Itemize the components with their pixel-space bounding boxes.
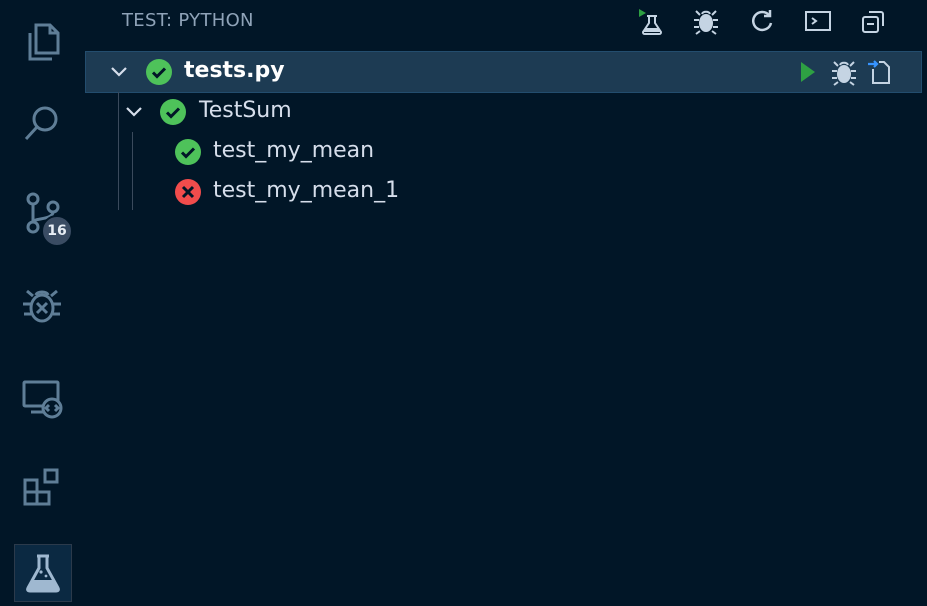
explorer-icon[interactable] bbox=[0, 0, 84, 84]
chevron-down-icon[interactable] bbox=[108, 61, 130, 83]
file-label: tests.py bbox=[184, 58, 285, 83]
run-all-tests-icon[interactable] bbox=[633, 4, 667, 38]
debug-icon[interactable] bbox=[0, 263, 84, 347]
panel-toolbar bbox=[633, 4, 891, 38]
debug-test-icon[interactable] bbox=[829, 57, 859, 87]
test-label: test_my_mean bbox=[213, 138, 375, 163]
test-passed-icon bbox=[146, 59, 172, 85]
testing-flask-icon[interactable] bbox=[14, 544, 72, 602]
tree-row-test[interactable]: test_my_mean bbox=[86, 132, 921, 172]
go-to-test-icon[interactable] bbox=[865, 57, 895, 87]
chevron-down-icon[interactable] bbox=[123, 101, 145, 123]
row-actions bbox=[793, 57, 895, 87]
collapse-all-icon[interactable] bbox=[857, 4, 891, 38]
tree-row-file[interactable]: tests.py bbox=[85, 51, 922, 93]
suite-label: TestSum bbox=[199, 98, 292, 123]
test-passed-icon bbox=[175, 139, 201, 165]
debug-all-tests-icon[interactable] bbox=[689, 4, 723, 38]
source-control-icon[interactable] bbox=[0, 170, 84, 254]
source-control-badge: 16 bbox=[41, 215, 73, 247]
search-icon[interactable] bbox=[0, 82, 84, 166]
refresh-icon[interactable] bbox=[745, 4, 779, 38]
run-test-icon[interactable] bbox=[793, 57, 823, 87]
test-failed-icon bbox=[175, 179, 201, 205]
tree-row-test[interactable]: test_my_mean_1 bbox=[86, 172, 921, 212]
show-output-icon[interactable] bbox=[801, 4, 835, 38]
remote-explorer-icon[interactable] bbox=[0, 355, 84, 439]
test-passed-icon bbox=[160, 99, 186, 125]
test-label: test_my_mean_1 bbox=[213, 178, 400, 203]
activity-bar: 16 bbox=[0, 0, 84, 606]
extensions-icon[interactable] bbox=[0, 445, 84, 529]
tree-row-suite[interactable]: TestSum bbox=[86, 92, 921, 132]
panel-title: TEST: PYTHON bbox=[122, 10, 254, 31]
